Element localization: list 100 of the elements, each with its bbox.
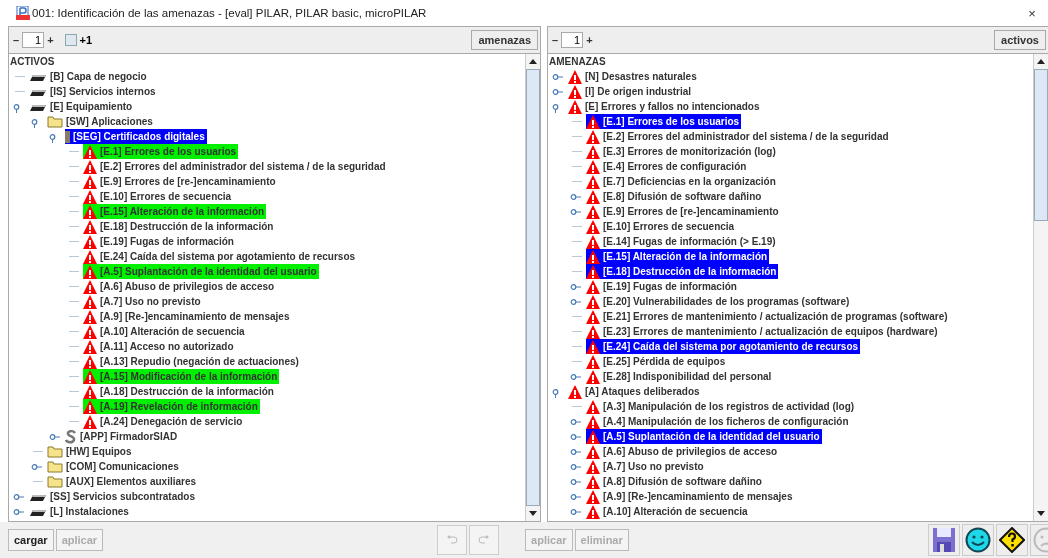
tree-item[interactable]: [A.9] [Re-]encaminamiento de mensajes [586,489,795,504]
tree-item[interactable]: [A] Ataques deliberados [568,384,702,399]
tree-item[interactable]: [SEG] Certificados digitales [65,129,207,144]
warning-icon [586,369,600,384]
tree-item[interactable]: [A.8] Difusión de software dañino [586,474,764,489]
tree-item[interactable]: [E.21] Errores de mantenimiento / actualización de programas (software) [586,309,950,324]
tree-item[interactable]: [E.1] Errores de los usuarios [83,144,239,159]
tree-item[interactable]: [A.18] Destrucción de la información [83,384,276,399]
tree-item[interactable]: [E.19] Fugas de información [586,279,739,294]
tree-item[interactable]: [A.4] Manipulación de los ficheros de configuración [586,414,851,429]
decrease-button[interactable]: – [552,34,559,46]
tree-item[interactable]: [E] Errores y fallos no intencionados [568,99,762,114]
tree-item[interactable]: [A.7] Uso no previsto [586,459,706,474]
scroll-up-icon[interactable] [529,59,537,64]
warning-icon [83,339,97,354]
tree-item[interactable]: [E.10] Errores de secuencia [83,189,234,204]
warning-icon [83,249,97,264]
tree-item[interactable]: [E.9] Errores de [re-]encaminamiento [83,174,278,189]
tree-item[interactable]: [E.28] Indisponibilidad del personal [586,369,774,384]
tree-item[interactable]: [E.15] Alteración de la información [586,249,770,264]
warning-icon [586,204,600,219]
tree-heading: ACTIVOS [9,55,56,69]
save-button[interactable] [928,524,960,556]
scrollbar[interactable] [525,54,540,521]
close-button[interactable]: × [1018,5,1046,21]
tree-item[interactable]: [A.9] [Re-]encaminamiento de mensajes [83,309,292,324]
tree-item[interactable]: [A.24] Denegación de servicio [83,414,245,429]
tree-item[interactable]: [E.23] Errores de mantenimiento / actualización de equipos (hardware) [586,324,940,339]
tree-item[interactable]: [E.20] Vulnerabilidades de los programas (software) [586,294,852,309]
tree-item[interactable]: [E.3] Errores de monitorización (log) [586,144,778,159]
tree-item[interactable]: [E.2] Errores del administrador del sistema / de la seguridad [586,129,891,144]
assets-button[interactable]: activos [994,30,1046,50]
tree-item[interactable]: [IS] Servicios internos [29,84,158,99]
warning-icon [568,99,582,114]
tree-item[interactable]: [COM] Comunicaciones [47,459,181,474]
tree-item[interactable]: [HW] Equipos [47,444,134,459]
tree-item[interactable]: [A.5] Suplantación de la identidad del usuario [586,429,822,444]
warning-icon [83,144,97,159]
warning-icon [83,234,97,249]
folder-icon [47,115,63,128]
tree-item[interactable]: [B] Capa de negocio [29,69,149,84]
warning-icon [586,219,600,234]
tree-item[interactable]: [A.11] Acceso no autorizado [83,339,236,354]
tree-item[interactable]: [A.3] Manipulación de los registros de actividad (log) [586,399,857,414]
tree-item[interactable]: [APP] FirmadorSIAD [65,429,180,444]
checkbox-label: +1 [79,34,93,46]
tree-item[interactable]: [A.6] Abuso de privilegios de acceso [586,444,780,459]
tree-item[interactable]: [E.1] Errores de los usuarios [586,114,742,129]
tree-item[interactable]: [E.25] Pérdida de equipos [586,354,728,369]
decrease-button[interactable]: – [13,34,20,46]
smiley-button[interactable] [962,524,994,556]
warning-icon [586,189,600,204]
warning-icon [586,324,600,339]
warning-icon [83,219,97,234]
tree-item[interactable]: [E.9] Errores de [re-]encaminamiento [586,204,781,219]
tree-item[interactable]: [SW] Aplicaciones [47,114,155,129]
tree-item[interactable]: [E.19] Fugas de información [83,234,236,249]
level-field[interactable]: 1 [22,32,45,48]
tree-item[interactable]: [A.10] Alteración de secuencia [83,324,247,339]
tree-item[interactable]: [E.2] Errores del administrador del sistema / de la seguridad [83,159,388,174]
tree-item[interactable]: [A.10] Alteración de secuencia [586,504,750,519]
scroll-down-icon[interactable] [1037,511,1045,516]
warning-icon [586,234,600,249]
tree-item[interactable]: [A.15] Modificación de la información [83,369,280,384]
tree-item[interactable]: [I] De origen industrial [568,84,694,99]
tree-item[interactable]: [E.24] Caída del sistema por agotamiento de recursos [586,339,861,354]
tree-item[interactable]: [E.14] Fugas de información (> E.19) [586,234,778,249]
tree-item[interactable]: [A.7] Uso no previsto [83,294,203,309]
increase-button[interactable]: + [47,34,54,46]
tree-item[interactable]: [A.19] Revelación de información [83,399,260,414]
warning-icon [83,354,97,369]
tree-item[interactable]: [E.18] Destrucción de la información [586,264,779,279]
scrollbar[interactable] [1033,54,1048,521]
tree-item[interactable]: [E.10] Errores de secuencia [586,219,737,234]
tree-item[interactable]: [AUX] Elementos auxiliares [47,474,199,489]
tree-item[interactable]: [A.13] Repudio (negación de actuaciones) [83,354,301,369]
tree-item[interactable]: [L] Instalaciones [29,504,131,519]
tree-item[interactable]: [E.24] Caída del sistema por agotamiento de recursos [83,249,358,264]
increase-button[interactable]: + [586,34,593,46]
warning-icon [83,369,97,384]
checkbox[interactable] [64,34,77,46]
action-button[interactable]: cargar [8,529,54,551]
warning-icon [586,339,600,354]
tree-item[interactable]: [E.4] Errores de configuración [586,159,749,174]
tree-item[interactable]: [E.15] Alteración de la información [83,204,267,219]
threats-button[interactable]: amenazas [471,30,538,50]
tree-item[interactable]: [SS] Servicios subcontratados [29,489,198,504]
tree-item[interactable]: [A.5] Suplantación de la identidad del usuario [83,264,319,279]
help-button[interactable] [996,524,1028,556]
tree-item[interactable]: [A.6] Abuso de privilegios de acceso [83,279,277,294]
tree-item[interactable]: [E] Equipamiento [29,99,135,114]
tree-item[interactable]: [E.7] Deficiencias en la organización [586,174,778,189]
level-field[interactable]: 1 [561,32,584,48]
tree-item[interactable]: [E.8] Difusión de software dañino [586,189,764,204]
tree-item[interactable]: [N] Desastres naturales [568,69,699,84]
warning-icon [83,384,97,399]
scroll-up-icon[interactable] [1037,59,1045,64]
tree-item[interactable]: [E.18] Destrucción de la información [83,219,276,234]
warning-icon [586,114,600,129]
scroll-down-icon[interactable] [529,511,537,516]
